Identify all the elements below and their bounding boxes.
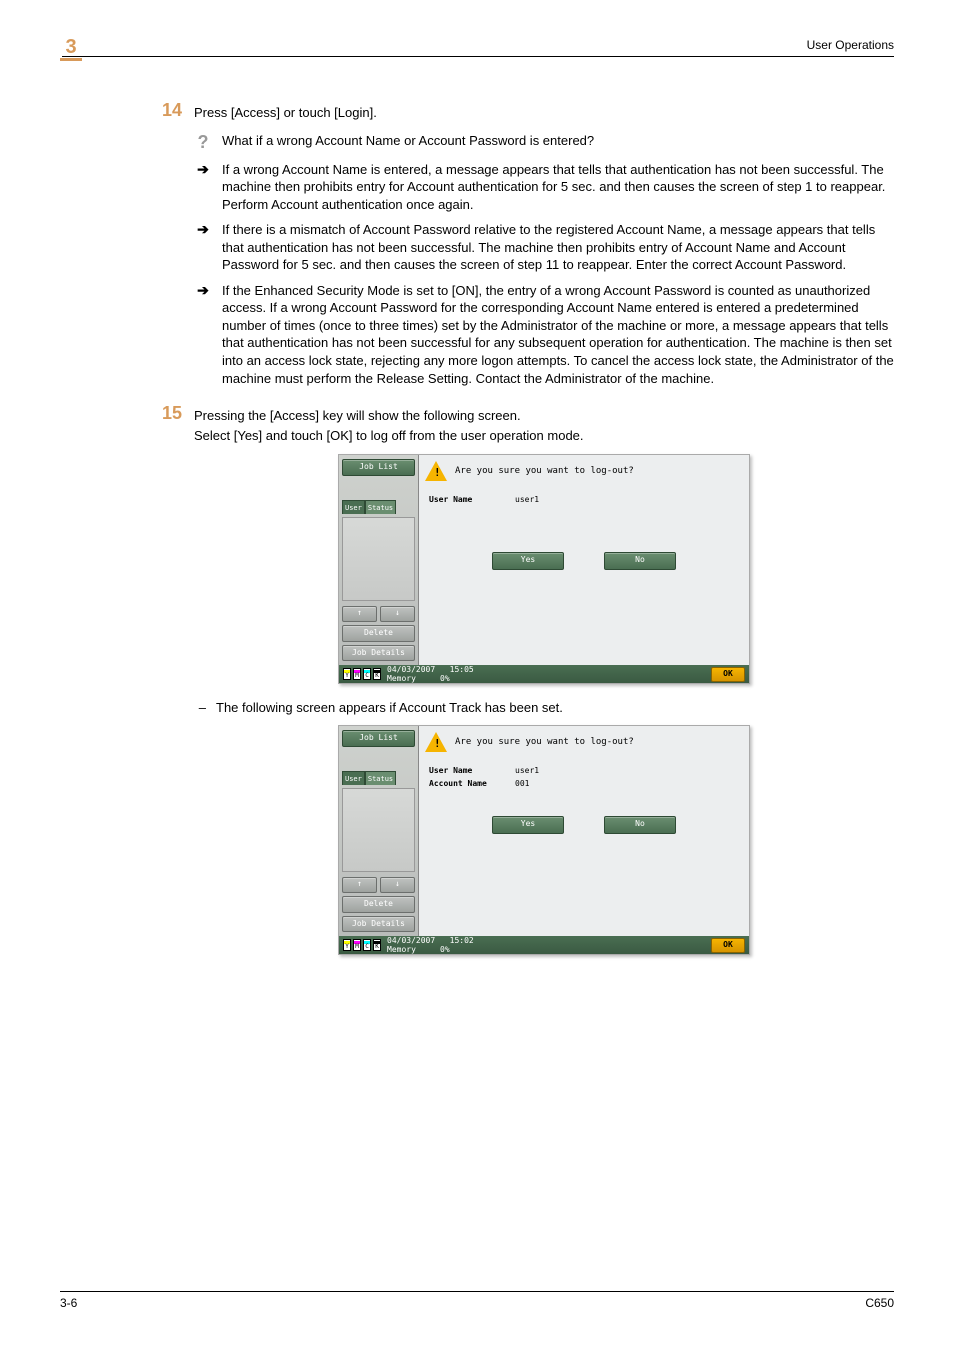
user-name-label: User Name [429, 495, 499, 504]
account-name-value: 001 [515, 779, 529, 788]
warning-icon: ! [425, 732, 447, 752]
toner-levels: Y M C K [343, 668, 381, 680]
footer-memory-label: Memory [387, 674, 416, 683]
device-screenshot-1: Job List User Name Status ↑ ↓ Delete Job… [338, 454, 750, 684]
footer-time: 15:05 [450, 665, 474, 674]
no-button[interactable]: No [604, 552, 676, 570]
page-header-title: User Operations [807, 38, 894, 52]
ok-button[interactable]: OK [711, 667, 745, 682]
yes-button[interactable]: Yes [492, 816, 564, 834]
step15-line1: Pressing the [Access] key will show the … [194, 407, 894, 425]
section-tab: 3 [60, 36, 82, 61]
header-rule [62, 56, 894, 57]
step-number-14: 14 [142, 100, 194, 395]
footer-date: 04/03/2007 [387, 665, 435, 674]
arrow-icon: ➔ [197, 161, 209, 177]
status-tab[interactable]: Status [365, 500, 396, 514]
logout-prompt: Are you sure you want to log-out? [455, 466, 634, 476]
account-name-label: Account Name [429, 779, 499, 788]
job-details-button[interactable]: Job Details [342, 916, 415, 933]
user-name-tab[interactable]: User Name [342, 500, 365, 514]
step14-question: What if a wrong Account Name or Account … [222, 132, 894, 153]
arrow-icon: ➔ [197, 221, 209, 237]
toner-levels: Y M C K [343, 939, 381, 951]
footer-memory-value: 0% [440, 945, 450, 954]
delete-button[interactable]: Delete [342, 896, 415, 913]
step14-main: Press [Access] or touch [Login]. [194, 104, 894, 122]
logout-prompt: Are you sure you want to log-out? [455, 737, 634, 747]
warning-icon: ! [425, 461, 447, 481]
arrow-icon: ➔ [197, 282, 209, 298]
page-number: 3-6 [60, 1296, 77, 1310]
step14-bullet1: If a wrong Account Name is entered, a me… [222, 161, 894, 214]
job-list-button[interactable]: Job List [342, 730, 415, 747]
footer-date: 04/03/2007 [387, 936, 435, 945]
job-list-button[interactable]: Job List [342, 459, 415, 476]
dash-bullet: – [194, 700, 206, 715]
user-name-tab[interactable]: User Name [342, 771, 365, 785]
ok-button[interactable]: OK [711, 938, 745, 953]
footer-memory-label: Memory [387, 945, 416, 954]
step14-bullet3: If the Enhanced Security Mode is set to … [222, 282, 894, 387]
delete-button[interactable]: Delete [342, 625, 415, 642]
user-name-value: user1 [515, 766, 539, 775]
step14-bullet2: If there is a mismatch of Account Passwo… [222, 221, 894, 274]
step-number-15: 15 [142, 403, 194, 971]
yes-button[interactable]: Yes [492, 552, 564, 570]
user-name-value: user1 [515, 495, 539, 504]
step15-line2: Select [Yes] and touch [OK] to log off f… [194, 427, 894, 445]
model-number: C650 [865, 1296, 894, 1310]
device-screenshot-2: Job List User Name Status ↑ ↓ Delete Job… [338, 725, 750, 955]
footer-time: 15:02 [450, 936, 474, 945]
job-details-button[interactable]: Job Details [342, 645, 415, 662]
job-list-area [342, 788, 415, 872]
scroll-up-button[interactable]: ↑ [342, 877, 377, 893]
no-button[interactable]: No [604, 816, 676, 834]
scroll-down-button[interactable]: ↓ [380, 606, 415, 622]
footer-memory-value: 0% [440, 674, 450, 683]
step15-after: The following screen appears if Account … [216, 700, 563, 715]
status-tab[interactable]: Status [365, 771, 396, 785]
user-name-label: User Name [429, 766, 499, 775]
question-icon: ? [198, 132, 209, 152]
scroll-up-button[interactable]: ↑ [342, 606, 377, 622]
job-list-area [342, 517, 415, 601]
scroll-down-button[interactable]: ↓ [380, 877, 415, 893]
